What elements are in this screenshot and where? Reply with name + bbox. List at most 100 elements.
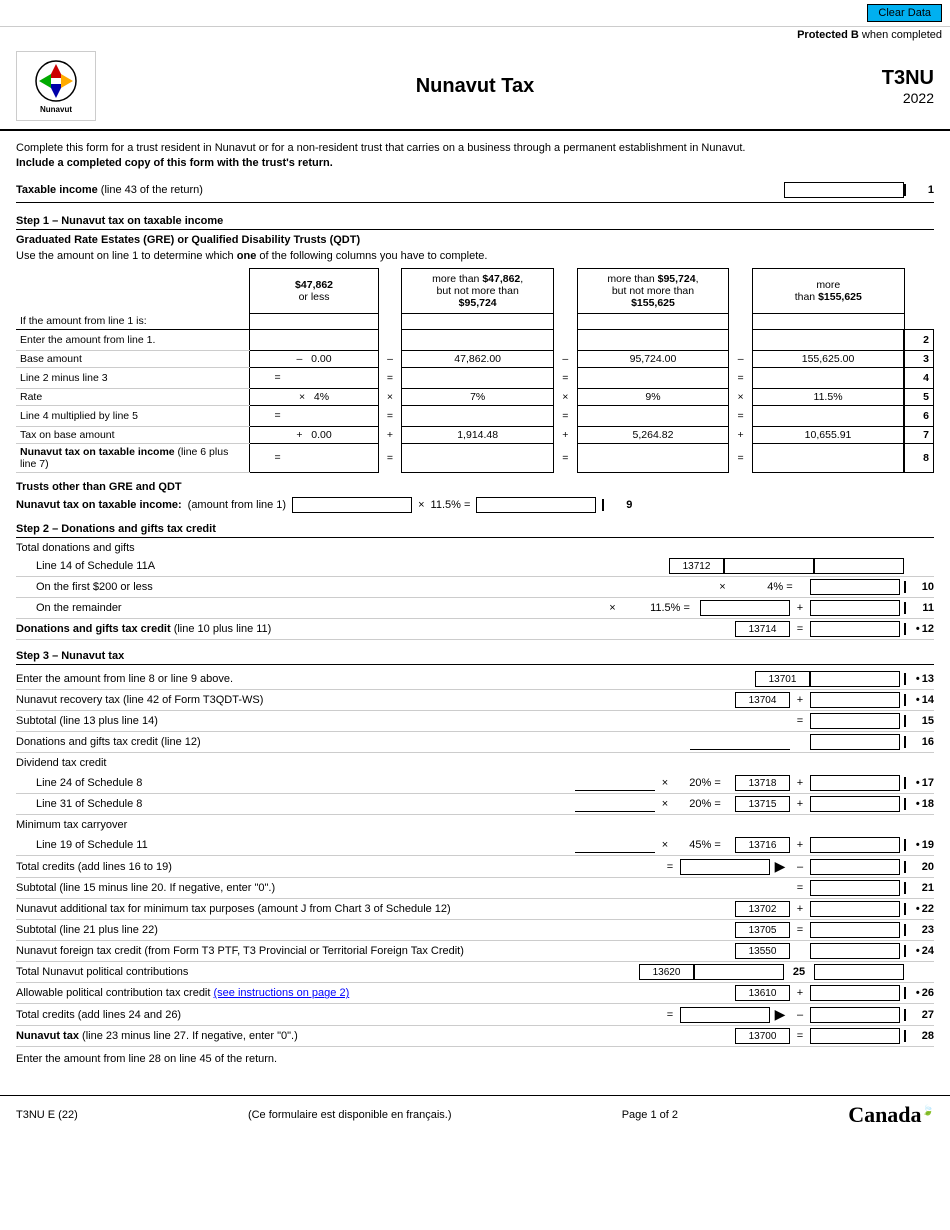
protected-notice: Protected B when completed [0,27,950,43]
footer-french-note: (Ce formulaire est disponible en françai… [248,1109,452,1121]
code-13700: 13700 [735,1028,790,1044]
line-23-number: 23 [904,924,934,936]
step3-title: Step 3 – Nunavut tax [16,650,934,665]
input-line25-right[interactable] [814,964,904,980]
trusts-other-label: Nunavut tax on taxable income: [16,499,182,511]
input-11a-right[interactable] [814,558,904,574]
form-header: Nunavut Nunavut Tax T3NU 2022 [0,43,950,131]
instructions-link[interactable]: (see instructions on page 2) [214,987,350,999]
step3-row-21: Subtotal (line 15 minus line 20. If nega… [16,878,934,899]
input-13718[interactable] [810,775,900,791]
line-20-number: 20 [904,861,934,873]
step3-row-24: Nunavut foreign tax credit (from Form T3… [16,941,934,962]
input-line16-right[interactable] [810,734,900,750]
code-13550: 13550 [735,943,790,959]
input-line11-right[interactable] [810,600,900,616]
nunavut-logo: Nunavut [16,51,96,121]
input-13715[interactable] [810,796,900,812]
trusts-other-amount: (amount from line 1) [188,499,286,511]
trusts-other-input[interactable] [292,497,412,513]
taxable-income-sublabel: (line 43 of the return) [101,184,203,196]
trusts-other-rate: 11.5% = [431,499,471,511]
input-line21[interactable] [810,880,900,896]
input-13716[interactable] [810,837,900,853]
step1-title: Step 1 – Nunavut tax on taxable income [16,215,934,230]
input-line27-right[interactable] [810,1007,900,1023]
input-line15[interactable] [810,713,900,729]
code-13610: 13610 [735,985,790,1001]
line-18-number: 18 [904,798,934,810]
step3-row-25: Total Nunavut political contributions 13… [16,962,934,983]
code-13701: 13701 [755,671,810,687]
table-row: Rate × 4% × 7% × 9% × 11.5% 5 [16,389,934,406]
step1-section: Step 1 – Nunavut tax on taxable income G… [16,215,934,514]
step2-row-200: On the first $200 or less × 4% = 10 [16,577,934,598]
line-16-number: 16 [904,736,934,748]
step3-row-22: Nunavut additional tax for minimum tax p… [16,899,934,920]
clear-data-button[interactable]: Clear Data [867,4,942,22]
input-line20[interactable] [680,859,770,875]
step3-row-18: Line 31 of Schedule 8 × 20% = 13715 + 18 [16,794,934,815]
form-id-area: T3NU 2022 [854,67,934,106]
step3-row-20: Total credits (add lines 16 to 19) = ▶ –… [16,856,934,878]
line-13-number: 13 [904,673,934,685]
taxable-income-input[interactable] [784,182,904,198]
step3-row-27: Total credits (add lines 24 and 26) = ▶ … [16,1004,934,1026]
input-line27[interactable] [680,1007,770,1023]
taxable-income-field[interactable] [785,183,903,197]
code-13702: 13702 [735,901,790,917]
input-line16[interactable] [690,734,790,750]
step3-row-15: Subtotal (line 13 plus line 14) = 15 [16,711,934,732]
code-13715: 13715 [735,796,790,812]
trusts-other-title: Trusts other than GRE and QDT [16,481,934,493]
code-13716: 13716 [735,837,790,853]
input-13610[interactable] [810,985,900,1001]
line-12-number: 12 [904,623,934,635]
input-line20-right[interactable] [810,859,900,875]
input-13550[interactable] [810,943,900,959]
line-28-number: 28 [904,1030,934,1042]
trusts-other-result[interactable] [476,497,596,513]
step3-row-13: Enter the amount from line 8 or line 9 a… [16,669,934,690]
line-17-number: 17 [904,777,934,789]
taxable-income-row: Taxable income (line 43 of the return) 1 [16,182,934,203]
code-13620: 13620 [639,964,694,980]
input-13702[interactable] [810,901,900,917]
input-17a[interactable] [575,775,655,791]
step3-row-19: Line 19 of Schedule 11 × 45% = 13716 + 1… [16,835,934,856]
step3-row-26: Allowable political contribution tax cre… [16,983,934,1004]
step3-row-28: Nunavut tax (line 23 minus line 27. If n… [16,1026,934,1047]
step3-row-14: Nunavut recovery tax (line 42 of Form T3… [16,690,934,711]
table-row: Tax on base amount + 0.00 + 1,914.48 + 5… [16,427,934,444]
form-instructions: Complete this form for a trust resident … [16,141,934,172]
table-row: Enter the amount from line 1. 2 [16,330,934,351]
input-13620[interactable] [694,964,784,980]
canada-logo: Canada🍃 [848,1102,934,1128]
input-13714[interactable] [810,621,900,637]
input-18a[interactable] [575,796,655,812]
step3-div-tax-header: Dividend tax credit [16,753,934,773]
input-13701[interactable] [810,671,900,687]
line-26-number: 26 [904,987,934,999]
trusts-other-row: Nunavut tax on taxable income: (amount f… [16,497,934,513]
form-title: Nunavut Tax [96,75,854,98]
input-13700[interactable] [810,1028,900,1044]
step2-row-11a: Line 14 of Schedule 11A 13712 [16,556,934,577]
input-line10[interactable] [810,579,900,595]
page-footer: T3NU E (22) (Ce formulaire est disponibl… [0,1095,950,1134]
line-9-number: 9 [602,499,632,511]
top-bar: Clear Data [0,0,950,27]
table-row: Base amount – 0.00 – 47,862.00 – 95,724.… [16,351,934,368]
step1-subtitle: Graduated Rate Estates (GRE) or Qualifie… [16,234,934,246]
input-19a[interactable] [575,837,655,853]
line-11-number: 11 [904,602,934,614]
line-21-number: 21 [904,882,934,894]
step3-section: Step 3 – Nunavut tax Enter the amount fr… [16,650,934,1065]
step3-row-17: Line 24 of Schedule 8 × 20% = 13718 + 17 [16,773,934,794]
input-13705[interactable] [810,922,900,938]
input-13704[interactable] [810,692,900,708]
form-title-area: Nunavut Tax [96,75,854,98]
input-line11[interactable] [700,600,790,616]
form-year: 2022 [854,90,934,106]
input-13712[interactable] [724,558,814,574]
